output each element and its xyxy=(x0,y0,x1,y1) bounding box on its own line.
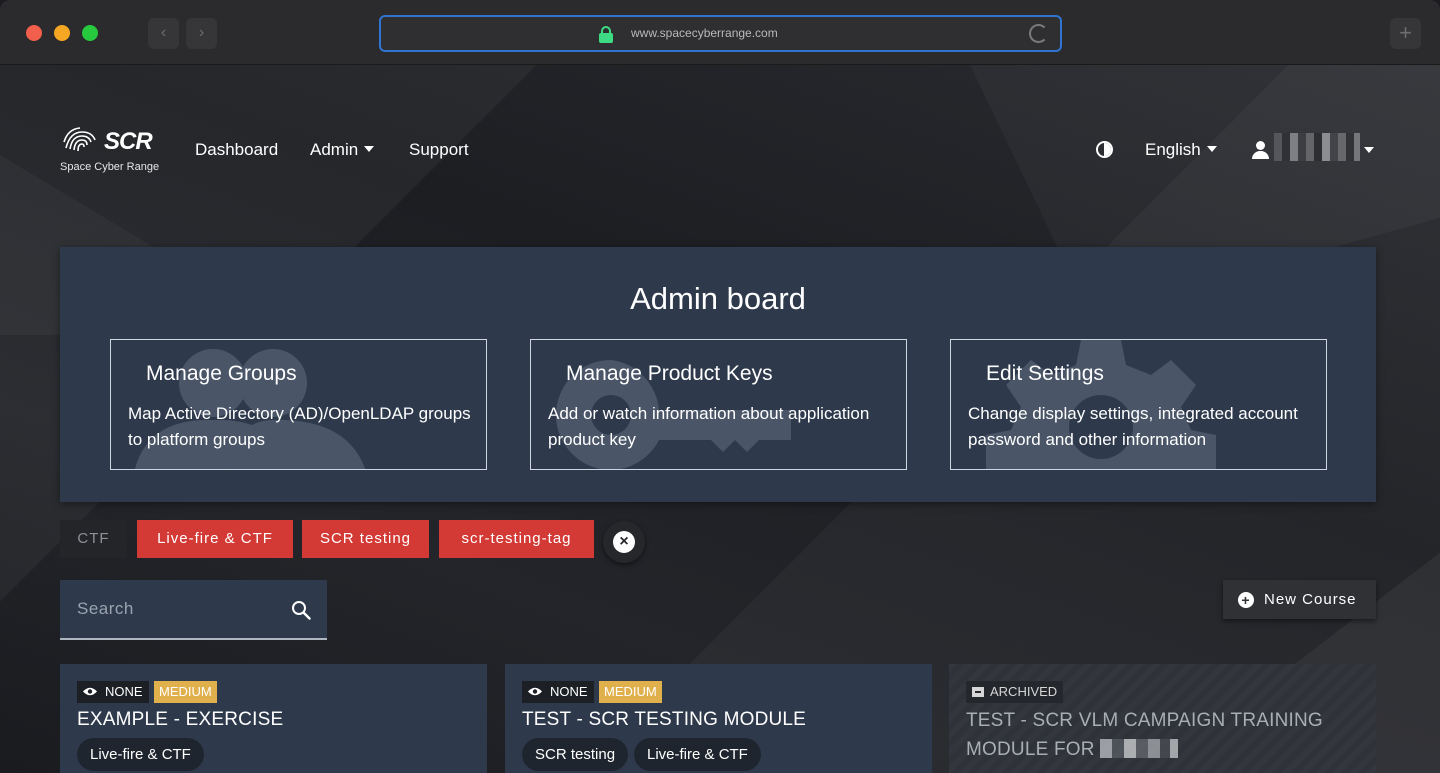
language-selector[interactable]: English xyxy=(1145,140,1217,160)
new-course-button[interactable]: + New Course xyxy=(1223,580,1376,619)
manage-product-keys-card[interactable]: Manage Product Keys Add or watch informa… xyxy=(530,339,907,470)
tag-filter-scr-testing[interactable]: SCR testing xyxy=(302,520,429,558)
address-bar[interactable]: www.spacecyberrange.com xyxy=(379,15,1062,52)
nav-support[interactable]: Support xyxy=(409,140,469,160)
caret-down-icon xyxy=(364,146,375,152)
course-title: TEST - SCR TESTING MODULE xyxy=(522,709,807,730)
visibility-label: NONE xyxy=(550,684,588,699)
new-course-label: New Course xyxy=(1264,591,1357,608)
card-description: Add or watch information about applicati… xyxy=(548,404,870,449)
minimize-window-button[interactable] xyxy=(54,25,70,41)
maximize-window-button[interactable] xyxy=(82,25,98,41)
browser-toolbar: ‹ › www.spacecyberrange.com + xyxy=(0,0,1440,65)
nav-admin-label: Admin xyxy=(310,140,359,159)
search-input[interactable] xyxy=(60,580,280,638)
search-box xyxy=(60,580,327,640)
course-title: TEST - SCR VLM CAMPAIGN TRAINING MODULE … xyxy=(966,706,1346,764)
course-tag: Live-fire & CTF xyxy=(77,738,204,771)
course-tag: Live-fire & CTF xyxy=(634,738,761,771)
admin-board-title: Admin board xyxy=(630,281,806,316)
visibility-label: NONE xyxy=(105,684,143,699)
archived-label: ARCHIVED xyxy=(990,684,1058,699)
redacted-text xyxy=(1100,739,1179,758)
caret-down-icon xyxy=(1206,146,1217,152)
course-card[interactable]: NONE MEDIUM EXAMPLE - EXERCISE Live-fire… xyxy=(60,664,487,773)
eye-icon xyxy=(528,687,542,696)
user-icon[interactable] xyxy=(1252,141,1270,159)
lock-icon xyxy=(599,26,613,43)
archive-icon xyxy=(972,687,984,697)
card-title: Edit Settings xyxy=(986,362,1104,385)
url-text: www.spacecyberrange.com xyxy=(631,26,778,40)
logo-text: SCR xyxy=(104,128,153,155)
course-title: EXAMPLE - EXERCISE xyxy=(77,709,284,730)
nav-dashboard[interactable]: Dashboard xyxy=(195,140,278,160)
logo-subtitle: Space Cyber Range xyxy=(60,161,160,173)
reload-icon[interactable] xyxy=(1029,24,1048,43)
plus-circle-icon: + xyxy=(1238,592,1254,608)
page-background: SCR Space Cyber Range Dashboard Admin Su… xyxy=(0,65,1440,773)
nav-admin-dropdown[interactable]: Admin xyxy=(310,140,375,160)
card-description: Map Active Directory (AD)/OpenLDAP group… xyxy=(128,404,471,449)
card-description: Change display settings, integrated acco… xyxy=(968,404,1298,449)
chevron-right-icon: › xyxy=(198,24,205,41)
card-title: Manage Groups xyxy=(146,362,297,385)
visibility-badge: NONE xyxy=(522,681,594,703)
close-icon: × xyxy=(613,531,635,553)
close-window-button[interactable] xyxy=(26,25,42,41)
tag-filter-ctf[interactable]: CTF xyxy=(60,520,127,558)
tag-filter-scr-testing-tag[interactable]: scr-testing-tag xyxy=(439,520,594,558)
clear-tags-button[interactable]: × xyxy=(603,521,645,563)
tag-filter-live-fire-ctf[interactable]: Live-fire & CTF xyxy=(137,520,293,558)
course-card[interactable]: NONE MEDIUM TEST - SCR TESTING MODULE SC… xyxy=(505,664,932,773)
archived-badge: ARCHIVED xyxy=(966,681,1064,703)
theme-contrast-icon[interactable] xyxy=(1096,141,1113,158)
new-tab-button[interactable]: + xyxy=(1390,18,1421,49)
card-title: Manage Product Keys xyxy=(566,362,773,385)
caret-down-icon[interactable] xyxy=(1364,147,1374,153)
course-card-archived[interactable]: ARCHIVED TEST - SCR VLM CAMPAIGN TRAININ… xyxy=(949,664,1376,773)
manage-groups-card[interactable]: Manage Groups Map Active Directory (AD)/… xyxy=(110,339,487,470)
forward-button[interactable]: › xyxy=(186,18,217,49)
admin-board: Admin board Manage Groups Map Active Dir… xyxy=(60,247,1376,502)
chevron-left-icon: ‹ xyxy=(160,24,167,41)
language-label: English xyxy=(1145,140,1201,159)
eye-icon xyxy=(83,687,97,696)
fingerprint-logo-icon xyxy=(63,127,96,152)
scr-logo[interactable]: SCR Space Cyber Range xyxy=(60,125,166,177)
back-button[interactable]: ‹ xyxy=(148,18,179,49)
search-icon[interactable] xyxy=(291,600,311,620)
course-tag: SCR testing xyxy=(522,738,629,771)
difficulty-badge: MEDIUM xyxy=(154,681,217,703)
edit-settings-card[interactable]: Edit Settings Change display settings, i… xyxy=(950,339,1327,470)
visibility-badge: NONE xyxy=(77,681,149,703)
difficulty-badge: MEDIUM xyxy=(599,681,662,703)
user-name-redacted[interactable] xyxy=(1274,133,1360,161)
